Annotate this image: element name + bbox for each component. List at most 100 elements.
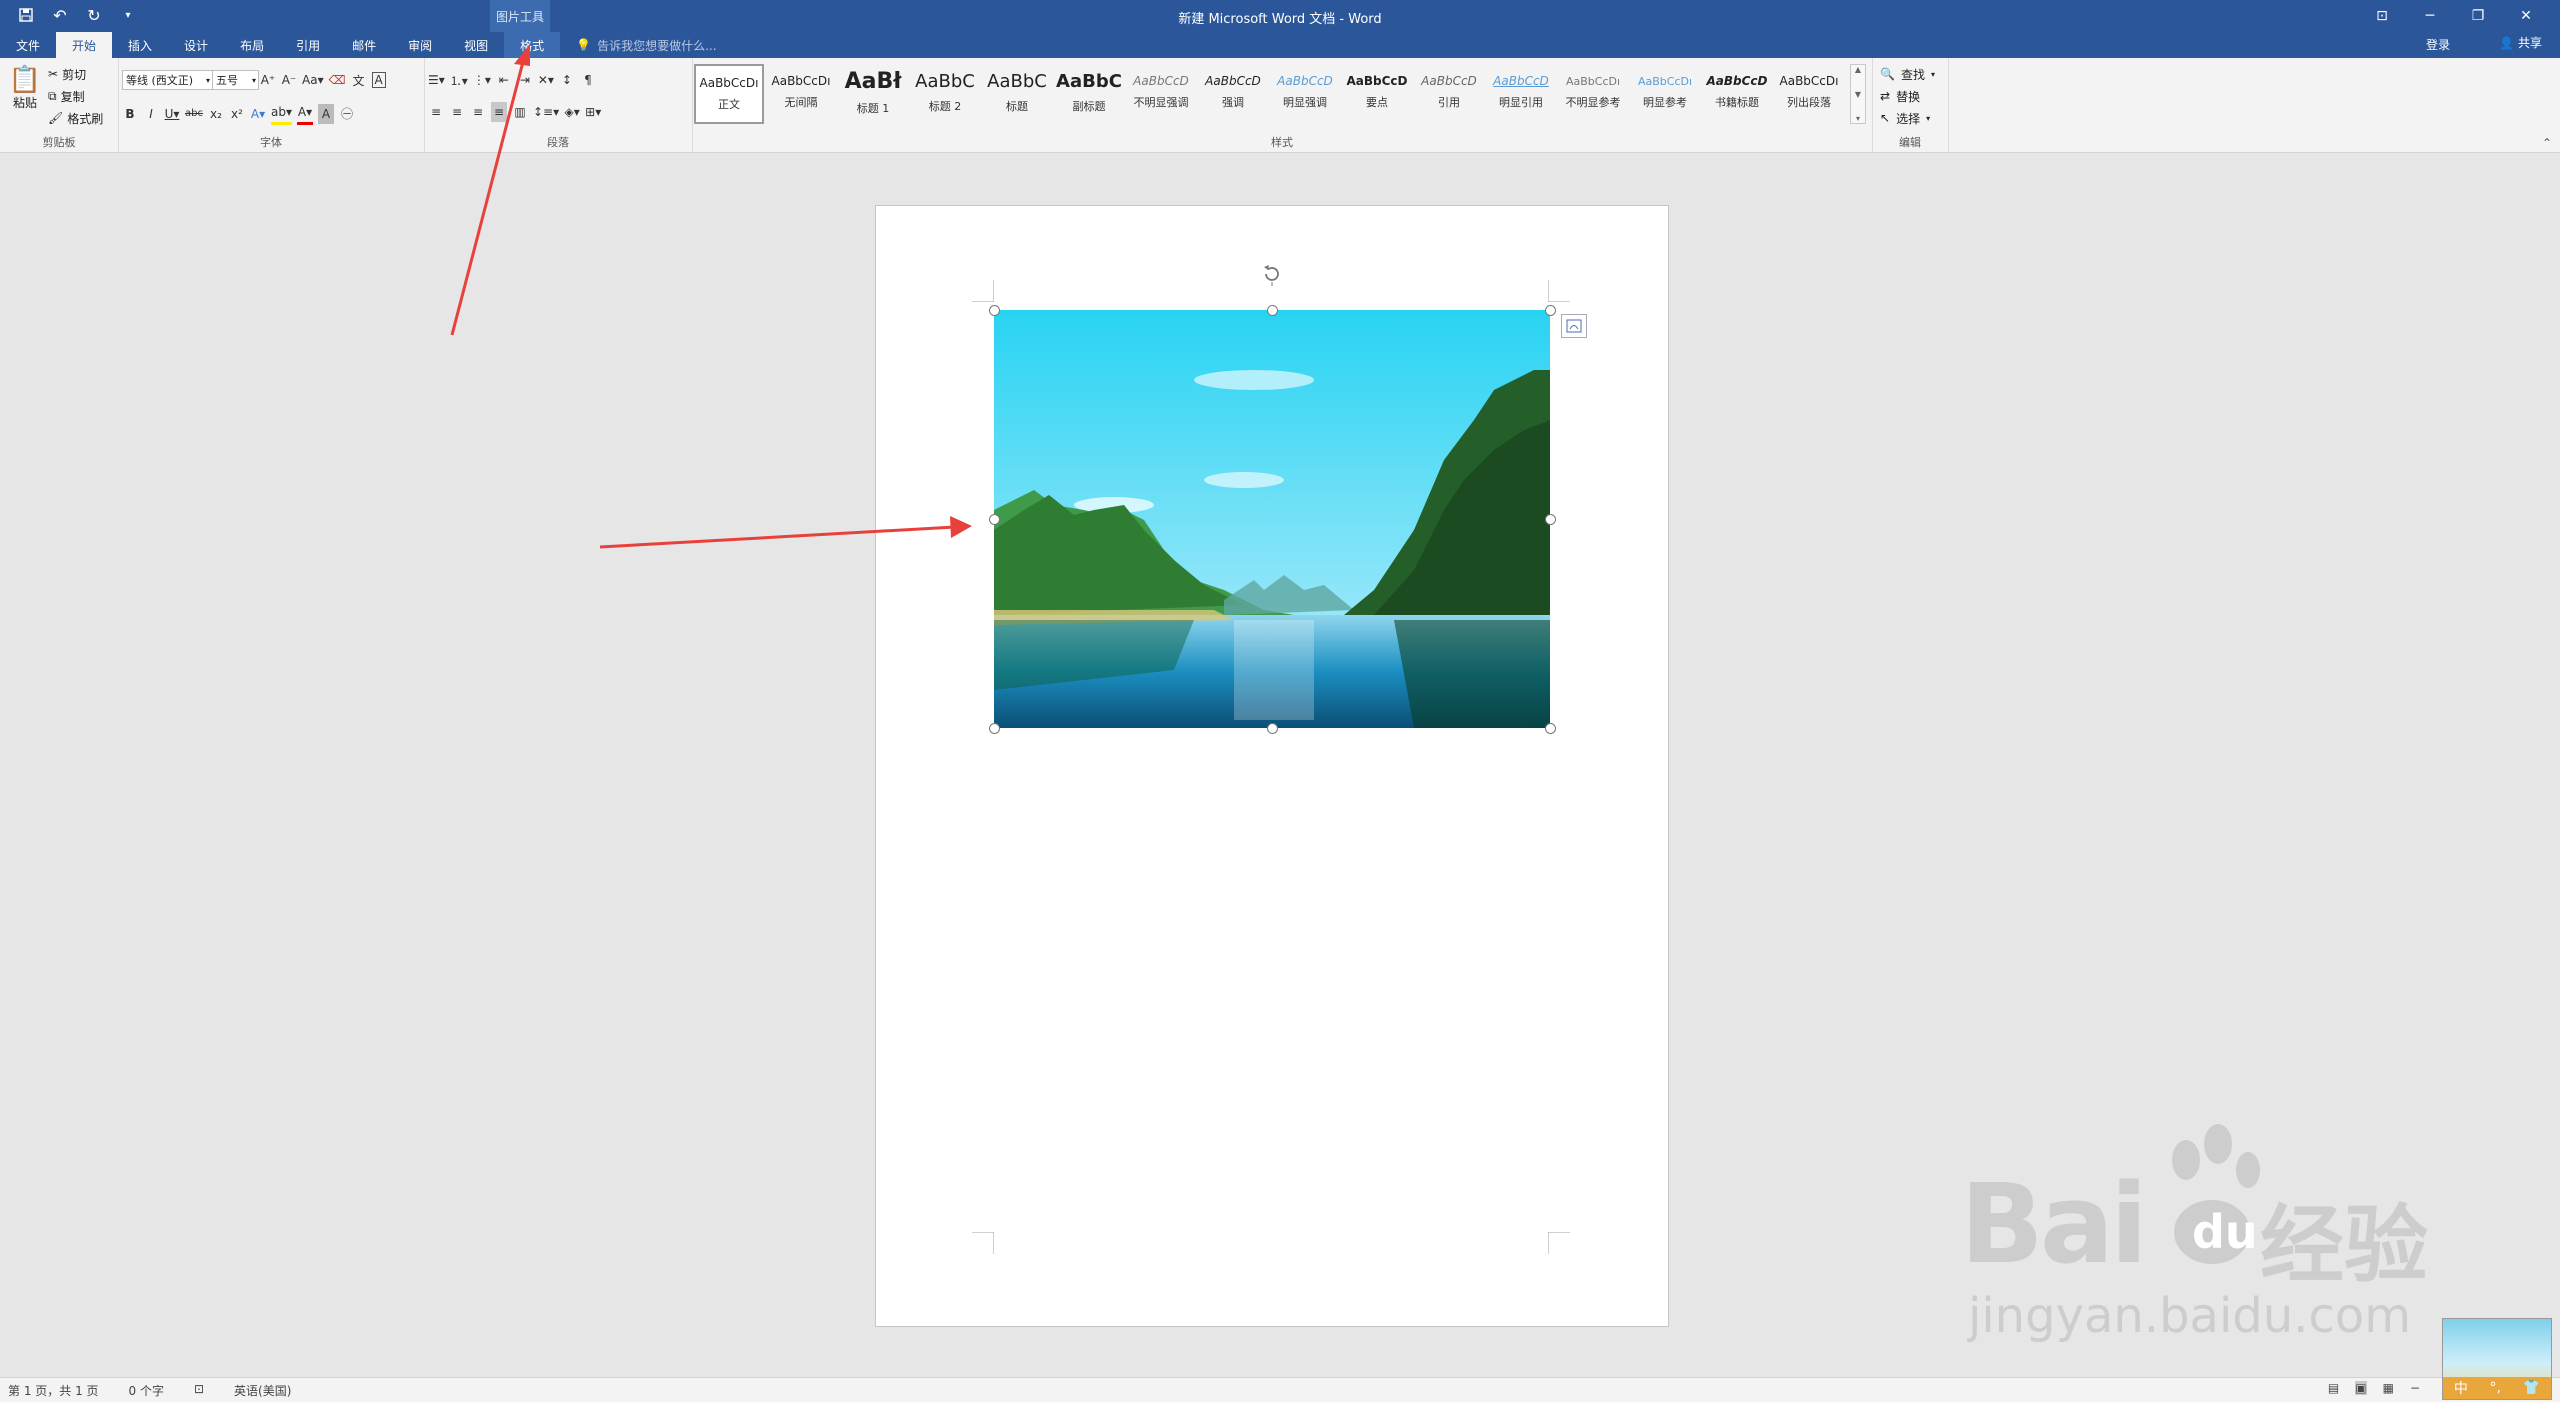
clear-formatting-icon[interactable]: ⌫ [329, 70, 346, 90]
align-center-icon[interactable]: ≡ [449, 102, 465, 122]
underline-icon[interactable]: U▾ [164, 104, 180, 124]
resize-handle-bottom-center[interactable] [1267, 723, 1278, 734]
web-layout-icon[interactable]: ▦ [2383, 1381, 2394, 1395]
style-subtle-emphasis[interactable]: AaBbCcD 不明显强调 [1126, 64, 1196, 120]
line-spacing-icon[interactable]: ↕≡▾ [533, 102, 559, 122]
align-left-icon[interactable]: ≡ [428, 102, 444, 122]
sort-icon[interactable]: ↕ [559, 70, 575, 90]
change-case-icon[interactable]: Aa▾ [302, 70, 324, 90]
increase-indent-icon[interactable]: ⇥ [517, 70, 533, 90]
style-intense-emphasis[interactable]: AaBbCcD 明显强调 [1270, 64, 1340, 120]
ime-skin-icon[interactable]: 👕 [2523, 1380, 2540, 1396]
style-subtitle[interactable]: AaBbC 副标题 [1054, 64, 1124, 120]
align-right-icon[interactable]: ≡ [470, 102, 486, 122]
minimize-icon[interactable]: ─ [2406, 4, 2454, 28]
resize-handle-bottom-right[interactable] [1545, 723, 1556, 734]
selected-picture[interactable] [989, 265, 1556, 734]
bullets-icon[interactable]: ☰▾ [428, 70, 445, 90]
strikethrough-icon[interactable]: abc [185, 104, 203, 124]
tab-file[interactable]: 文件 [0, 32, 56, 58]
layout-options-button[interactable] [1561, 314, 1587, 338]
style-subtle-reference[interactable]: AaBbCcDı 不明显参考 [1558, 64, 1628, 120]
close-icon[interactable]: ✕ [2502, 4, 2550, 28]
subscript-icon[interactable]: x₂ [208, 104, 224, 124]
style-list-paragraph[interactable]: AaBbCcDı 列出段落 [1774, 64, 1844, 120]
style-heading-2[interactable]: AaBbC 标题 2 [910, 64, 980, 120]
login-link[interactable]: 登录 [2426, 36, 2450, 53]
grow-font-icon[interactable]: A⁺ [260, 70, 276, 90]
ime-widget[interactable]: 中 °, 👕 [2442, 1318, 2552, 1400]
zoom-out-icon[interactable]: − [2410, 1381, 2420, 1395]
read-mode-icon[interactable]: ▤ [2328, 1381, 2339, 1395]
replace-button[interactable]: ⇄ 替换 [1880, 86, 1935, 106]
distributed-icon[interactable]: ▥ [512, 102, 528, 122]
style-strong[interactable]: AaBbCcD 要点 [1342, 64, 1412, 120]
shrink-font-icon[interactable]: A⁻ [281, 70, 297, 90]
format-painter-button[interactable]: 🖌 格式刷 [48, 108, 103, 128]
font-size-box[interactable]: 五号 ▾ [212, 70, 259, 90]
scroll-down-icon[interactable]: ▼ [1855, 90, 1861, 99]
enclose-characters-icon[interactable]: ㊀ [339, 104, 355, 124]
multilevel-list-icon[interactable]: ⋮▾ [473, 70, 491, 90]
more-styles-icon[interactable]: ▾ [1856, 114, 1860, 123]
highlight-icon[interactable]: ab▾ [270, 102, 292, 125]
landscape-picture[interactable] [994, 310, 1550, 728]
rotate-handle-icon[interactable] [1260, 262, 1284, 286]
style-quote[interactable]: AaBbCcD 引用 [1414, 64, 1484, 120]
style-intense-quote[interactable]: AaBbCcD 明显引用 [1486, 64, 1556, 120]
text-effects-icon[interactable]: A▾ [250, 104, 266, 124]
language-indicator[interactable]: 英语(美国) [234, 1382, 291, 1399]
ime-mode[interactable]: 中 [2454, 1378, 2468, 1398]
style-heading-1[interactable]: AaBł 标题 1 [838, 64, 908, 120]
resize-handle-middle-right[interactable] [1545, 514, 1556, 525]
character-shading-icon[interactable]: A [317, 103, 334, 124]
resize-handle-top-right[interactable] [1545, 305, 1556, 316]
shading-icon[interactable]: ◈▾ [564, 102, 580, 122]
character-border-icon[interactable]: A [371, 72, 386, 88]
resize-handle-bottom-left[interactable] [989, 723, 1000, 734]
resize-handle-top-center[interactable] [1267, 305, 1278, 316]
superscript-icon[interactable]: x² [229, 104, 245, 124]
numbering-icon[interactable]: ⒈▾ [450, 70, 468, 90]
justify-icon[interactable]: ≡ [491, 102, 507, 122]
asian-layout-icon[interactable]: ✕▾ [538, 70, 554, 90]
paste-button[interactable]: 📋 粘贴 [8, 66, 42, 111]
font-name-box[interactable]: 等线 (西文正) ▾ [122, 70, 213, 90]
tab-view[interactable]: 视图 [448, 32, 504, 58]
style-title[interactable]: AaBbC 标题 [982, 64, 1052, 120]
restore-icon[interactable]: ❐ [2454, 4, 2502, 28]
proofing-icon[interactable]: ⊡ [194, 1382, 204, 1399]
scroll-up-icon[interactable]: ▲ [1855, 65, 1861, 74]
find-button[interactable]: 🔍 查找 ▾ [1880, 64, 1935, 84]
resize-handle-top-left[interactable] [989, 305, 1000, 316]
share-button[interactable]: 👤 共享 [2499, 34, 2542, 51]
style-normal[interactable]: AaBbCcDı 正文 [694, 64, 764, 124]
page-count[interactable]: 第 1 页，共 1 页 [8, 1382, 99, 1399]
copy-button[interactable]: ⧉ 复制 [48, 86, 103, 106]
tab-mailings[interactable]: 邮件 [336, 32, 392, 58]
show-marks-icon[interactable]: ¶ [580, 70, 596, 90]
tab-layout[interactable]: 布局 [224, 32, 280, 58]
resize-handle-middle-left[interactable] [989, 514, 1000, 525]
ribbon-display-options-icon[interactable]: ⊡ [2358, 4, 2406, 28]
font-color-icon[interactable]: A▾ [296, 102, 313, 125]
print-layout-icon[interactable]: ▣ [2355, 1381, 2367, 1395]
style-emphasis[interactable]: AaBbCcD 强调 [1198, 64, 1268, 120]
tell-me-box[interactable]: 💡 告诉我您想要做什么... [560, 32, 716, 58]
style-book-title[interactable]: AaBbCcD 书籍标题 [1702, 64, 1772, 120]
select-button[interactable]: ↖ 选择 ▾ [1880, 108, 1935, 128]
cut-button[interactable]: ✂ 剪切 [48, 64, 103, 84]
styles-scrollbar[interactable]: ▲ ▼ ▾ [1850, 64, 1866, 124]
borders-icon[interactable]: ⊞▾ [585, 102, 601, 122]
italic-icon[interactable]: I [143, 104, 159, 124]
decrease-indent-icon[interactable]: ⇤ [496, 70, 512, 90]
ime-punct-icon[interactable]: °, [2490, 1380, 2501, 1396]
tab-review[interactable]: 审阅 [392, 32, 448, 58]
tab-home[interactable]: 开始 [56, 32, 113, 58]
tab-picture-format[interactable]: 格式 [504, 32, 561, 58]
word-count[interactable]: 0 个字 [129, 1382, 164, 1399]
style-intense-reference[interactable]: AaBbCcDı 明显参考 [1630, 64, 1700, 120]
collapse-ribbon-icon[interactable]: ⌃ [2542, 136, 2552, 150]
tab-references[interactable]: 引用 [280, 32, 336, 58]
style-no-spacing[interactable]: AaBbCcDı 无间隔 [766, 64, 836, 120]
